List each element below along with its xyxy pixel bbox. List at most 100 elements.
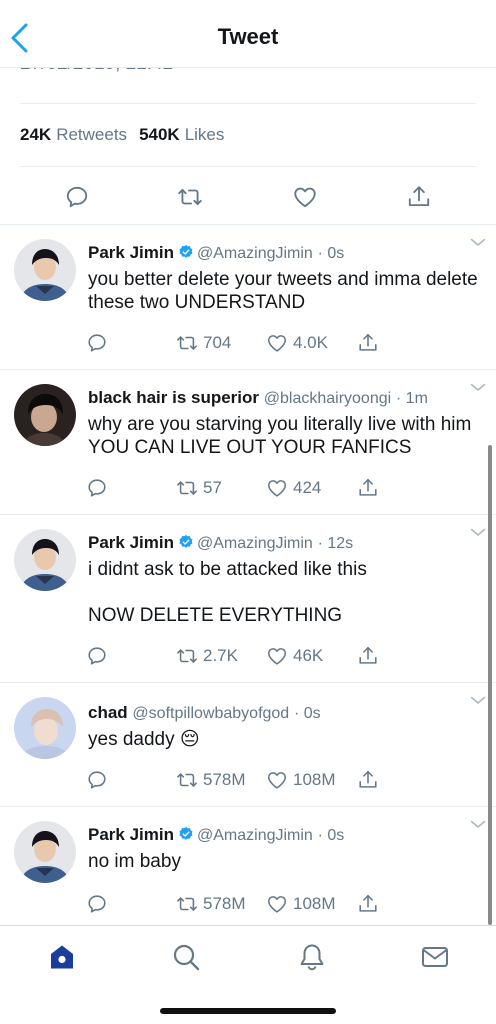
avatar[interactable]	[14, 697, 76, 759]
tweet-stats: 24K Retweets 540K Likes	[20, 103, 476, 167]
chevron-down-icon[interactable]	[470, 819, 486, 829]
share-button[interactable]	[357, 768, 384, 792]
author-handle[interactable]: @AmazingJimin	[197, 245, 313, 262]
reply-icon[interactable]	[64, 184, 90, 210]
retweet-button[interactable]: 704	[176, 331, 231, 355]
share-icon	[357, 769, 379, 791]
tweet-actions: 578M 108M	[0, 892, 496, 916]
avatar[interactable]	[14, 529, 76, 591]
chevron-down-icon[interactable]	[470, 382, 486, 392]
author-name[interactable]: chad	[88, 703, 128, 722]
author-name[interactable]: Park Jimin	[88, 533, 174, 552]
like-count: 4.0K	[293, 333, 328, 352]
author-name[interactable]: Park Jimin	[88, 825, 174, 844]
like-count: 424	[293, 478, 322, 497]
retweet-icon	[176, 645, 198, 667]
reply-icon	[86, 332, 108, 354]
retweet-button[interactable]: 2.7K	[176, 644, 238, 668]
reply-tweet[interactable]: Park Jimin @AmazingJimin · 0s you better …	[0, 225, 496, 370]
retweet-count: 578M	[203, 894, 246, 913]
reply-button[interactable]	[86, 476, 113, 500]
tweet-actions: 2.7K 46K	[0, 644, 496, 668]
top-nav-bar: Tweet	[0, 0, 496, 68]
likes-label[interactable]: Likes	[185, 125, 225, 145]
scrollbar[interactable]	[488, 445, 492, 925]
tweet-time: · 0s	[293, 705, 321, 722]
search-icon[interactable]	[171, 942, 201, 972]
reply-icon	[86, 477, 108, 499]
like-icon	[266, 645, 288, 667]
retweet-button[interactable]: 578M	[176, 768, 246, 792]
retweet-count: 2.7K	[203, 646, 238, 665]
tweet-time: · 1m	[395, 390, 428, 407]
share-button[interactable]	[357, 644, 384, 668]
avatar[interactable]	[14, 239, 76, 301]
tweet-time: · 0s	[317, 245, 345, 262]
home-indicator	[160, 1008, 336, 1014]
like-icon	[266, 332, 288, 354]
author-handle[interactable]: @blackhairyoongi	[264, 390, 391, 407]
like-icon	[266, 477, 288, 499]
retweet-icon[interactable]	[177, 184, 203, 210]
retweet-count: 704	[203, 333, 232, 352]
reply-tweet[interactable]: black hair is superior @blackhairyoongi …	[0, 370, 496, 515]
share-icon	[357, 477, 379, 499]
verified-badge-icon	[178, 534, 194, 550]
author-name[interactable]: black hair is superior	[88, 388, 259, 407]
reply-button[interactable]	[86, 331, 113, 355]
share-icon[interactable]	[406, 184, 432, 210]
likes-count[interactable]: 540K	[139, 125, 180, 145]
author-handle[interactable]: @AmazingJimin	[197, 535, 313, 552]
retweets-count[interactable]: 24K	[20, 125, 51, 145]
tweet-text: you better delete your tweets and imma d…	[88, 269, 478, 313]
share-button[interactable]	[357, 476, 384, 500]
reply-button[interactable]	[86, 644, 113, 668]
like-count: 108M	[293, 770, 336, 789]
tweet-text: no im baby	[88, 851, 181, 872]
reply-icon	[86, 893, 108, 915]
retweet-button[interactable]: 578M	[176, 892, 246, 916]
chevron-down-icon[interactable]	[470, 695, 486, 705]
like-button[interactable]: 46K	[266, 644, 323, 668]
reply-button[interactable]	[86, 768, 113, 792]
main-tweet-actions	[0, 168, 496, 225]
tweet-text: i didnt ask to be attacked like this	[88, 559, 367, 580]
verified-badge-icon	[178, 826, 194, 842]
author-handle[interactable]: @AmazingJimin	[197, 827, 313, 844]
like-button[interactable]: 108M	[266, 892, 336, 916]
chevron-down-icon[interactable]	[470, 237, 486, 247]
retweet-button[interactable]: 57	[176, 476, 222, 500]
avatar[interactable]	[14, 821, 76, 883]
home-icon[interactable]	[47, 942, 77, 972]
notifications-icon[interactable]	[297, 942, 327, 972]
retweet-icon	[176, 893, 198, 915]
tweet-actions: 578M 108M	[0, 768, 496, 792]
share-icon	[357, 332, 379, 354]
reply-icon	[86, 769, 108, 791]
pensive-face-emoji: 😔	[179, 729, 200, 750]
tweet-text-second-paragraph: NOW DELETE EVERYTHING	[88, 605, 343, 626]
reply-tweet[interactable]: chad @softpillowbabyofgod · 0s yes daddy…	[0, 683, 496, 807]
like-icon	[266, 893, 288, 915]
avatar[interactable]	[14, 384, 76, 446]
tweet-text: why are you starving you literally live …	[88, 414, 472, 458]
reply-tweet[interactable]: Park Jimin @AmazingJimin · 0s no im baby …	[0, 807, 496, 925]
page-title: Tweet	[217, 24, 279, 49]
tweet-time: · 0s	[317, 827, 345, 844]
tweet-text: yes daddy 😔	[88, 729, 200, 750]
retweets-label[interactable]: Retweets	[56, 125, 127, 145]
tweet-actions: 704 4.0K	[0, 331, 496, 355]
messages-icon[interactable]	[420, 942, 450, 972]
retweet-count: 578M	[203, 770, 246, 789]
reply-tweet[interactable]: Park Jimin @AmazingJimin · 12s i didnt as…	[0, 515, 496, 683]
like-button[interactable]: 424	[266, 476, 321, 500]
share-button[interactable]	[357, 892, 384, 916]
chevron-down-icon[interactable]	[470, 527, 486, 537]
author-handle[interactable]: @softpillowbabyofgod	[132, 705, 289, 722]
reply-button[interactable]	[86, 892, 113, 916]
like-button[interactable]: 4.0K	[266, 331, 328, 355]
share-button[interactable]	[357, 331, 384, 355]
like-button[interactable]: 108M	[266, 768, 336, 792]
like-icon[interactable]	[292, 184, 318, 210]
author-name[interactable]: Park Jimin	[88, 243, 174, 262]
